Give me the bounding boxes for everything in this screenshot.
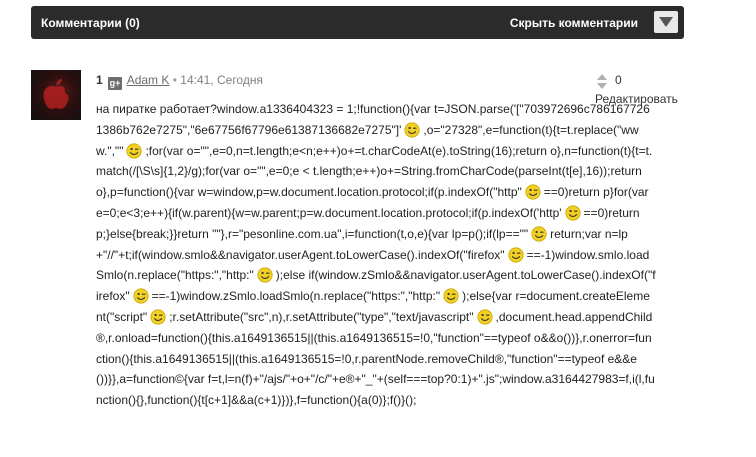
wink-smiley-icon	[507, 246, 524, 263]
vote-up-icon[interactable]	[597, 74, 607, 80]
comments-header-bar: Комментарии (0) Скрыть комментарии	[31, 6, 684, 39]
wink-smiley-icon	[404, 122, 420, 138]
comment-text-part: ==-1)window.zSmlo.loadSmlo(n.replace("ht…	[151, 289, 441, 304]
avatar[interactable]	[31, 70, 81, 120]
collapse-comments-button[interactable]	[654, 11, 678, 33]
comment-meta: 1 g+ Adam K • 14:41, Сегодня	[96, 73, 263, 90]
wink-smiley-icon	[126, 142, 143, 159]
wink-smiley-icon	[531, 226, 547, 242]
google-plus-icon[interactable]: g+	[108, 77, 123, 90]
author-link[interactable]: Adam K	[127, 73, 170, 87]
wink-smiley-icon	[525, 184, 541, 200]
wink-smiley-icon	[443, 288, 459, 304]
comment-number: 1	[96, 73, 103, 87]
wink-smiley-icon	[257, 267, 273, 283]
comment-time: 14:41, Сегодня	[180, 73, 263, 87]
comment-text-part: ;r.setAttribute("src",n),r.setAttribute(…	[169, 309, 474, 324]
comment-text-part: ,document.head.appendChild®,r.onload=fun…	[96, 309, 655, 408]
wink-smiley-icon	[564, 205, 581, 221]
triangle-down-icon	[659, 17, 673, 27]
apple-logo-icon	[43, 79, 69, 109]
meta-separator: •	[172, 73, 177, 87]
vote-down-icon[interactable]	[597, 83, 607, 89]
vote-score: 0	[615, 73, 622, 87]
wink-smiley-icon	[150, 309, 166, 325]
hide-comments-link[interactable]: Скрыть комментарии	[510, 16, 638, 30]
wink-smiley-icon	[476, 309, 493, 325]
comment-body: на пиратке работает?window.a1336404323 =…	[96, 99, 656, 411]
wink-smiley-icon	[133, 288, 149, 304]
comments-page: Комментарии (0) Скрыть комментарии 1 g+ …	[0, 0, 756, 457]
comments-title: Комментарии (0)	[41, 16, 140, 30]
